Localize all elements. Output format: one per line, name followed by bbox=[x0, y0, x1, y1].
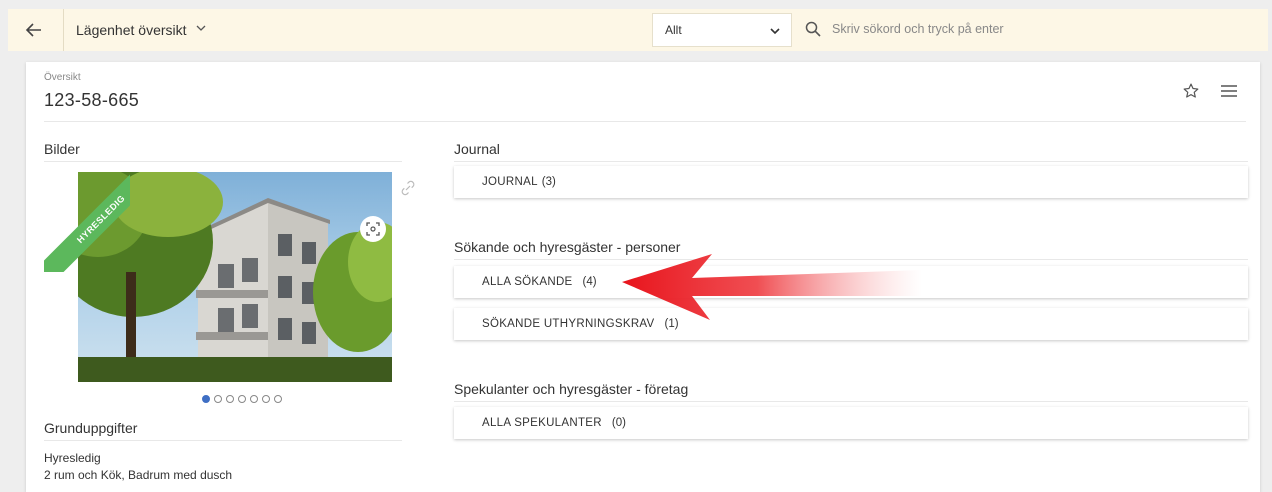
all-applicants-button[interactable]: ALLA SÖKANDE (4) bbox=[454, 266, 1248, 298]
basic-info-description: 2 rum och Kök, Badrum med dusch bbox=[44, 468, 233, 482]
pager-dot[interactable] bbox=[214, 395, 222, 403]
star-icon[interactable] bbox=[1182, 82, 1200, 105]
basic-info-status: Hyresledig bbox=[44, 451, 101, 465]
search-icon bbox=[805, 21, 821, 42]
divider bbox=[63, 9, 64, 51]
search-input[interactable]: Skriv sökord och tryck på enter bbox=[832, 22, 1004, 36]
button-label: ALLA SPEKULANTER bbox=[482, 417, 602, 429]
menu-icon[interactable] bbox=[1219, 84, 1239, 103]
button-label: ALLA SÖKANDE bbox=[482, 276, 573, 288]
all-prospects-button[interactable]: ALLA SPEKULANTER (0) bbox=[454, 407, 1248, 439]
back-button[interactable] bbox=[22, 18, 46, 42]
pager-dot[interactable] bbox=[238, 395, 246, 403]
applicants-requirements-button[interactable]: SÖKANDE UTHYRNINGSKRAV (1) bbox=[454, 308, 1248, 340]
page-title-dropdown[interactable]: Lägenhet översikt bbox=[76, 9, 207, 51]
images-title: Bilder bbox=[44, 141, 80, 157]
button-label: JOURNAL bbox=[482, 176, 538, 188]
button-label: SÖKANDE UTHYRNINGSKRAV bbox=[482, 318, 655, 330]
basic-info-divider bbox=[44, 440, 402, 441]
object-id: 123-58-665 bbox=[44, 90, 140, 110]
journal-title: Journal bbox=[454, 141, 500, 157]
pager-dot[interactable] bbox=[202, 395, 210, 403]
journal-divider bbox=[454, 161, 1248, 162]
companies-divider bbox=[454, 401, 1248, 402]
arrow-left-icon bbox=[25, 23, 41, 37]
overview-card: Översikt 123-58-665 Bilder HYRESLEDIG Gr… bbox=[26, 62, 1260, 492]
caret-down-icon bbox=[769, 25, 781, 40]
page-title: Lägenhet översikt bbox=[76, 22, 187, 38]
pager-dot[interactable] bbox=[274, 395, 282, 403]
basic-info-title: Grunduppgifter bbox=[44, 420, 138, 436]
ribbon-text: HYRESLEDIG bbox=[75, 193, 127, 245]
image-pager bbox=[202, 395, 282, 403]
persons-divider bbox=[454, 259, 1248, 260]
chevron-down-icon bbox=[195, 21, 207, 39]
fullscreen-icon[interactable] bbox=[360, 216, 386, 242]
button-count: (4) bbox=[582, 276, 597, 288]
status-ribbon: HYRESLEDIG bbox=[44, 168, 130, 272]
link-icon[interactable] bbox=[400, 180, 416, 201]
button-count: (0) bbox=[611, 417, 626, 429]
persons-title: Sökande och hyresgäster - personer bbox=[454, 239, 681, 255]
journal-button[interactable]: JOURNAL (3) bbox=[454, 166, 1248, 198]
filter-select[interactable]: Allt bbox=[652, 13, 792, 47]
top-bar: Lägenhet översikt Allt Skriv sökord och … bbox=[8, 9, 1268, 51]
images-divider bbox=[44, 161, 402, 162]
pager-dot[interactable] bbox=[250, 395, 258, 403]
filter-select-value: Allt bbox=[665, 23, 682, 37]
button-count: (3) bbox=[541, 176, 556, 188]
header-divider bbox=[44, 121, 1246, 122]
pager-dot[interactable] bbox=[226, 395, 234, 403]
overview-label: Översikt bbox=[44, 72, 81, 83]
button-count: (1) bbox=[664, 318, 679, 330]
pager-dot[interactable] bbox=[262, 395, 270, 403]
companies-title: Spekulanter och hyresgäster - företag bbox=[454, 381, 689, 397]
